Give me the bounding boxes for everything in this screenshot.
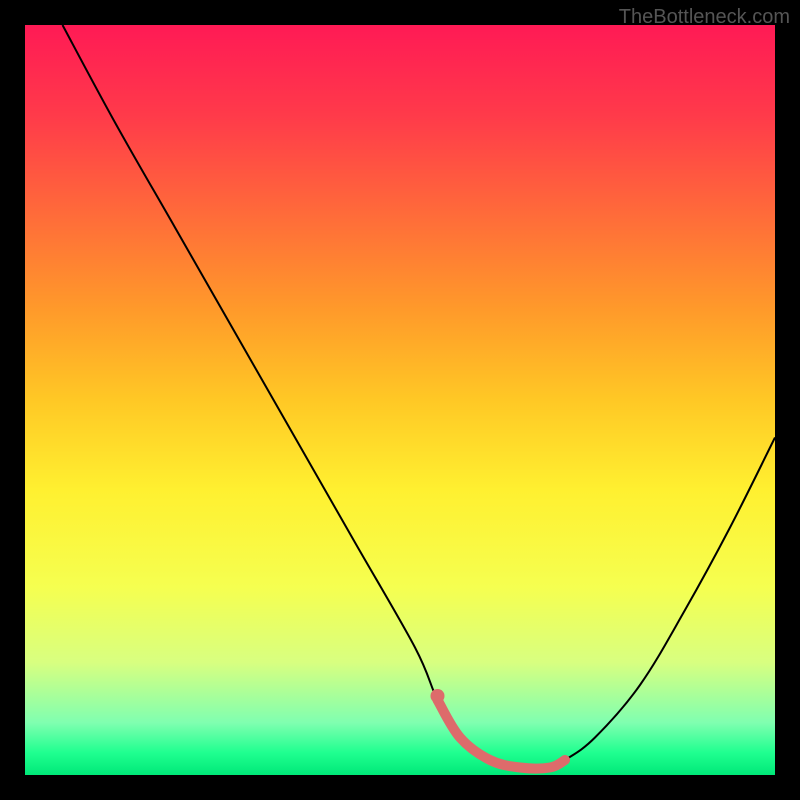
curve-line: [63, 25, 776, 769]
watermark-text: TheBottleneck.com: [619, 6, 790, 29]
chart-svg: [25, 25, 775, 775]
highlight-line: [438, 700, 566, 769]
plot-area: [25, 25, 775, 775]
highlight-dot: [431, 689, 445, 703]
